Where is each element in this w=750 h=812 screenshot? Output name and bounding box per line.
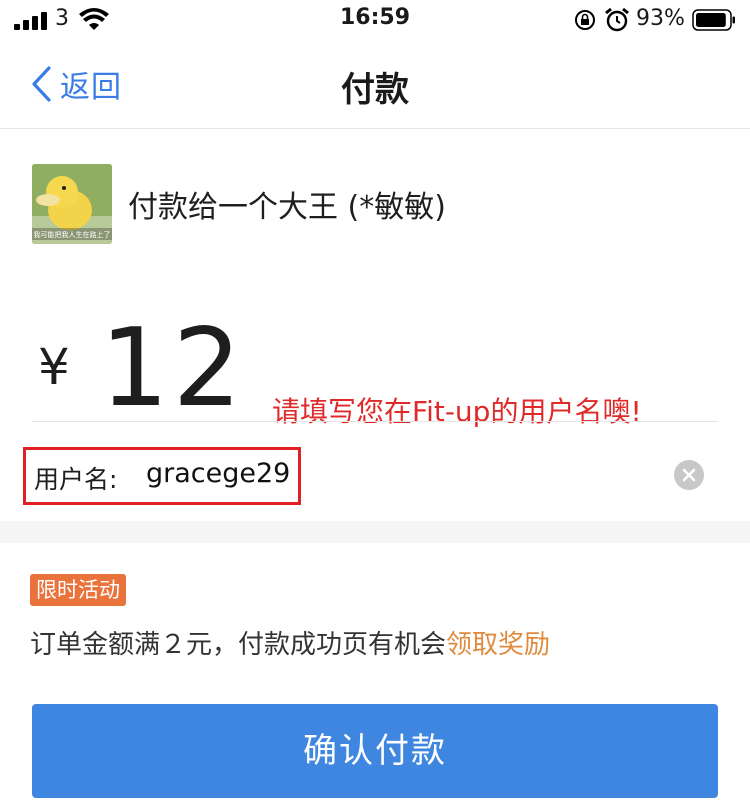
avatar: 我可能把我人生在路上了 bbox=[32, 164, 112, 244]
amount-value[interactable]: 12 bbox=[100, 306, 245, 431]
battery-percent: 93% bbox=[636, 6, 685, 31]
clear-button[interactable] bbox=[674, 460, 704, 490]
status-bar: 3 16:59 93% bbox=[0, 0, 750, 40]
rotation-lock-icon bbox=[575, 10, 595, 30]
navigation-bar: 返回 付款 bbox=[0, 40, 750, 129]
payee-info: 我可能把我人生在路上了 付款给一个大王 (*敏敏) bbox=[32, 163, 722, 245]
currency-symbol: ¥ bbox=[38, 338, 70, 396]
username-label: 用户名: bbox=[34, 465, 118, 494]
avatar-caption: 我可能把我人生在路上了 bbox=[34, 230, 111, 239]
promo-badge: 限时活动 bbox=[30, 574, 126, 606]
username-hint: 请填写您在Fit-up的用户名噢! bbox=[272, 395, 642, 428]
promo-description: 订单金额满２元，付款成功页有机会 bbox=[30, 630, 447, 660]
promo-reward-link[interactable]: 领取奖励 bbox=[446, 630, 550, 660]
clear-icon bbox=[682, 468, 696, 482]
page-title: 付款 bbox=[341, 70, 409, 110]
username-value[interactable]: gracege29 bbox=[146, 458, 290, 489]
confirm-payment-button[interactable]: 确认付款 bbox=[32, 704, 718, 798]
battery-icon bbox=[692, 9, 735, 31]
divider bbox=[32, 421, 718, 422]
username-field[interactable]: 用户名: gracege29 bbox=[23, 447, 301, 505]
section-separator bbox=[0, 521, 750, 543]
promo-text: 订单金额满２元，付款成功页有机会领取奖励 bbox=[30, 624, 550, 661]
payee-name: 付款给一个大王 (*敏敏) bbox=[128, 190, 446, 225]
alarm-icon bbox=[605, 7, 629, 32]
